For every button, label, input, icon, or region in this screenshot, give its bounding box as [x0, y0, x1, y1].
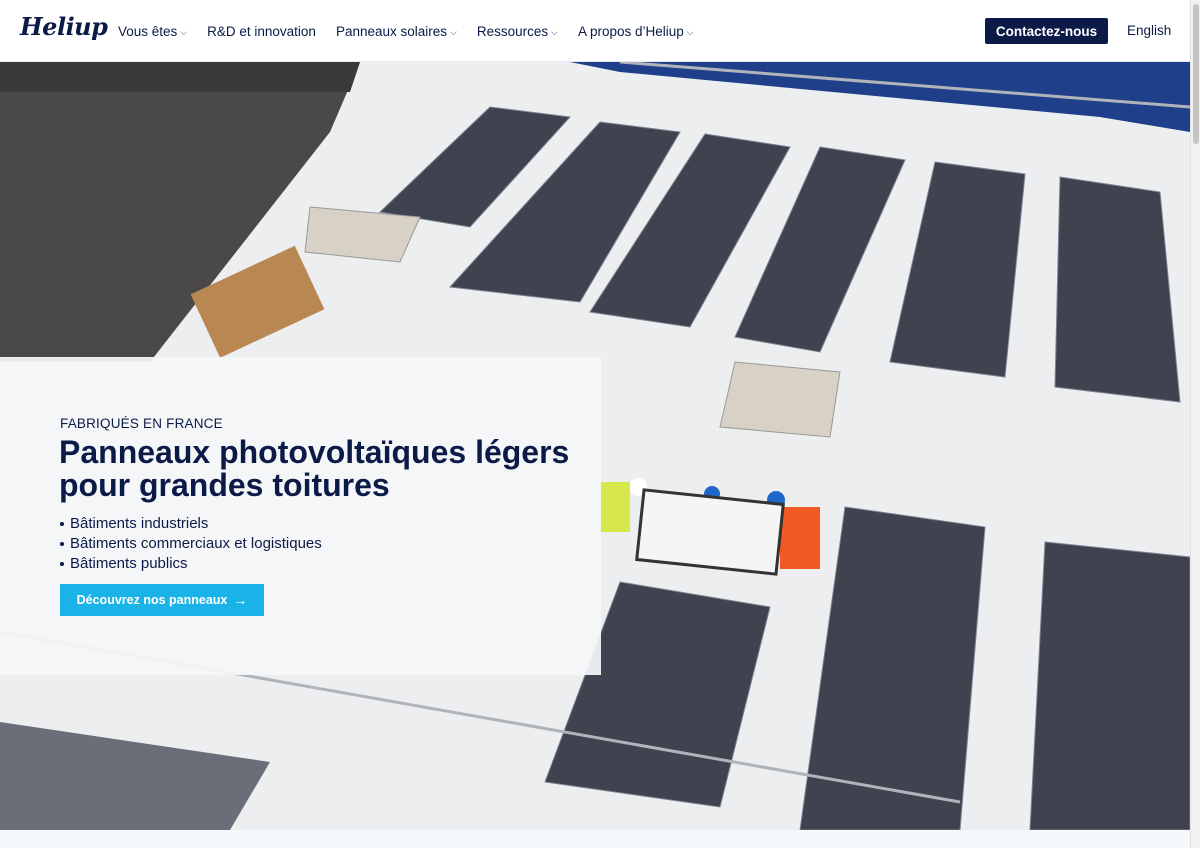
chevron-down-icon: ⌵ [551, 26, 558, 37]
contact-button[interactable]: Contactez-nous [985, 18, 1108, 44]
nav-label: A propos d’Heliup [577, 23, 684, 39]
hero-eyebrow: FABRIQUÉS EN FRANCE [60, 416, 223, 431]
nav-item-panneaux-solaires[interactable]: Panneaux solaires ⌵ [336, 24, 457, 39]
list-item: Bâtiments industriels [60, 514, 322, 534]
arrow-right-icon: → [233, 592, 248, 608]
site-header: Heliup Vous êtes ⌵ R&D et innovation Pan… [0, 0, 1190, 62]
page-background [0, 830, 1190, 848]
chevron-down-icon: ⌵ [686, 26, 694, 37]
hero-title: Panneaux photovoltaïques légers pour gra… [59, 434, 570, 503]
chevron-down-icon: ⌵ [450, 26, 457, 37]
nav-label: R&D et innovation [207, 23, 316, 39]
nav-label: Vous êtes [118, 23, 178, 39]
nav-item-a-propos[interactable]: A propos d’Heliup ⌵ [578, 24, 694, 39]
chevron-down-icon: ⌵ [180, 26, 188, 37]
list-item: Bâtiments commerciaux et logistiques [60, 535, 322, 552]
nav-label: Panneaux solaires [335, 23, 448, 39]
scrollbar[interactable] [1190, 0, 1200, 848]
discover-panels-button[interactable]: Découvrez nos panneaux → [60, 584, 264, 616]
hero-bullet-list: Bâtiments industriels Bâtiments commerci… [60, 514, 322, 574]
heliup-logo[interactable]: Heliup [20, 12, 108, 41]
nav-item-vous-etes[interactable]: Vous êtes ⌵ [118, 24, 187, 39]
list-item: Bâtiments publics [60, 554, 322, 574]
scrollbar-thumb[interactable] [1193, 4, 1199, 144]
nav-label: Ressources [476, 23, 549, 39]
nav-item-rd-innovation[interactable]: R&D et innovation [207, 24, 316, 39]
main-nav: Vous êtes ⌵ R&D et innovation Panneaux s… [118, 0, 714, 62]
nav-item-ressources[interactable]: Ressources ⌵ [477, 24, 558, 39]
button-label: Découvrez nos panneaux [76, 593, 228, 607]
language-switch[interactable]: English [1127, 23, 1171, 38]
